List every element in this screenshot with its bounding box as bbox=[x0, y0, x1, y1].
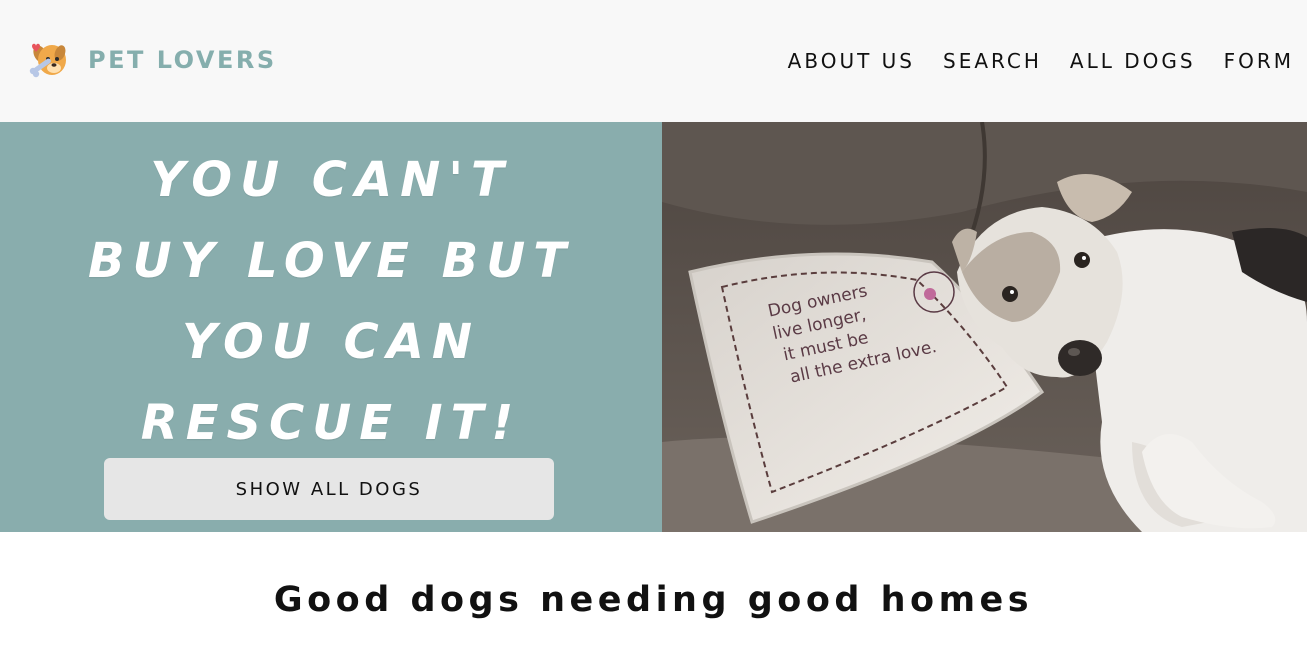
section-heading: Good dogs needing good homes bbox=[273, 580, 1034, 620]
brand-name: PET LOVERS bbox=[88, 46, 277, 74]
hero-title-line: YOU CAN'T bbox=[150, 152, 512, 208]
hero-panel: YOU CAN'T BUY LOVE BUT YOU CAN RESCUE IT… bbox=[0, 122, 662, 532]
dog-on-pillow-photo: Dog owners live longer, it must be all t… bbox=[662, 122, 1307, 532]
nav-about-us[interactable]: ABOUT US bbox=[788, 46, 915, 76]
brand-logo[interactable]: PET LOVERS bbox=[26, 38, 277, 82]
hero-image: Dog owners live longer, it must be all t… bbox=[662, 122, 1307, 532]
dog-with-bone-icon bbox=[29, 43, 66, 78]
hero-title-line: RESCUE IT! bbox=[140, 395, 522, 451]
nav-form[interactable]: FORM bbox=[1224, 46, 1294, 76]
hero-title-line: YOU CAN bbox=[181, 314, 481, 370]
show-all-dogs-button[interactable]: SHOW ALL DOGS bbox=[104, 458, 554, 520]
main-nav: ABOUT US SEARCH ALL DOGS FORM bbox=[760, 46, 1294, 76]
site-header: PET LOVERS ABOUT US SEARCH ALL DOGS FORM bbox=[0, 0, 1307, 122]
hero-title: YOU CAN'T BUY LOVE BUT YOU CAN RESCUE IT… bbox=[0, 140, 662, 464]
nav-all-dogs[interactable]: ALL DOGS bbox=[1070, 46, 1196, 76]
hero-title-line: BUY LOVE BUT bbox=[88, 233, 574, 289]
nav-search[interactable]: SEARCH bbox=[943, 46, 1042, 76]
